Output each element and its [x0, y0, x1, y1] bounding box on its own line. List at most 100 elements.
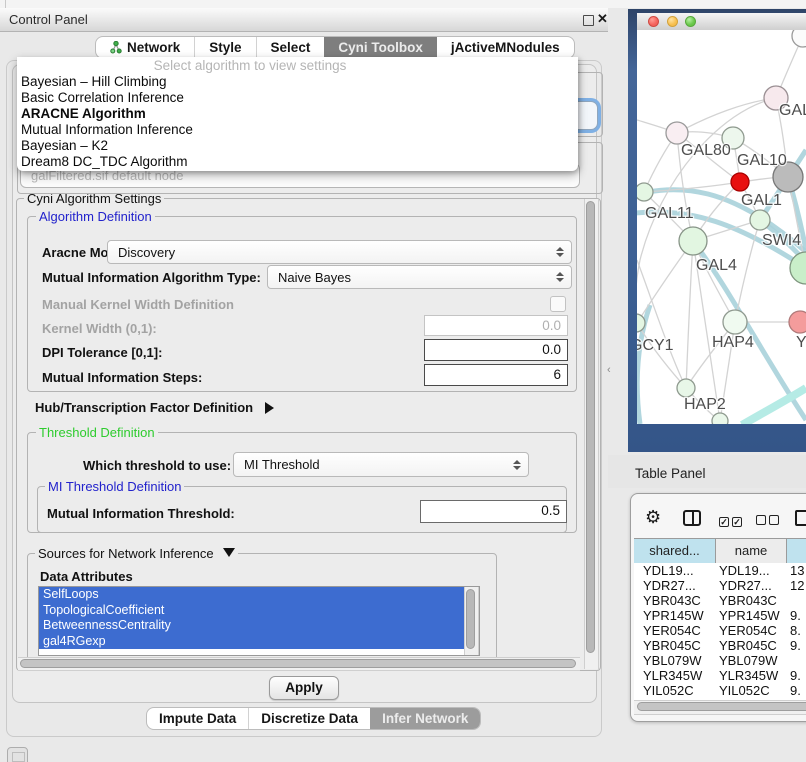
mi-steps-field[interactable]: 6: [424, 364, 568, 386]
table-row[interactable]: YPR145WYPR145W9.: [634, 608, 806, 623]
data-attributes-list[interactable]: SelfLoopsTopologicalCoefficientBetweenne…: [38, 586, 480, 656]
table-row[interactable]: YLR345WYLR345W9.: [634, 668, 806, 683]
data-attribute-item[interactable]: SelfLoops: [39, 587, 479, 603]
network-node[interactable]: [666, 122, 688, 144]
table-row[interactable]: YBR043CYBR043C: [634, 593, 806, 608]
algorithm-option[interactable]: ARACNE Algorithm: [17, 106, 578, 122]
table-settings-gear-icon[interactable]: ⚙: [645, 508, 661, 526]
close-panel-icon[interactable]: ✕: [597, 11, 608, 27]
cell-shared-name: YDL19...: [634, 563, 716, 578]
tab-impute-data[interactable]: Impute Data: [147, 708, 248, 729]
minimize-window-icon[interactable]: [667, 16, 678, 27]
algorithm-option[interactable]: Mutual Information Inference: [17, 122, 578, 138]
splitter-caret-icon[interactable]: ‹: [607, 364, 611, 376]
column-header-name[interactable]: name: [716, 539, 787, 564]
table-row[interactable]: YBL079WYBL079W: [634, 653, 806, 668]
network-node[interactable]: [679, 227, 707, 255]
network-node[interactable]: [637, 183, 653, 201]
cell-shared-name: YBR045C: [634, 638, 716, 653]
tab-label: Style: [209, 40, 241, 55]
network-window-titlebar[interactable]: [637, 13, 806, 31]
mi-threshold-field[interactable]: 0.5: [420, 500, 567, 523]
network-node[interactable]: [789, 311, 806, 333]
node-label[interactable]: HAP4: [712, 334, 754, 351]
mi-threshold-definition-title: MI Threshold Definition: [45, 479, 184, 494]
tab-label: jActiveMNodules: [451, 40, 560, 55]
node-label[interactable]: Y: [796, 334, 806, 351]
table-row[interactable]: YDL19...YDL19...13: [634, 563, 806, 578]
node-label[interactable]: GAL11: [645, 205, 694, 222]
node-label[interactable]: GAL4: [696, 257, 737, 274]
table-row[interactable]: YER054CYER054C8.: [634, 623, 806, 638]
mi-type-label: Mutual Information Algorithm Type:: [42, 270, 261, 285]
select-all-checkboxes-icon[interactable]: ✓✓: [719, 513, 742, 528]
node-label[interactable]: GCY1: [637, 337, 674, 354]
tab-discretize-data[interactable]: Discretize Data: [248, 708, 370, 729]
cell-value: 8.: [787, 623, 801, 638]
deselect-all-checkboxes-icon[interactable]: [756, 513, 779, 528]
dpi-tolerance-field[interactable]: 0.0: [424, 339, 568, 361]
aracne-mode-value: Discovery: [118, 245, 175, 260]
apply-button[interactable]: Apply: [269, 676, 339, 700]
table-row[interactable]: YDR27...YDR27...12: [634, 578, 806, 593]
cell-value: 12: [787, 578, 804, 593]
aracne-mode-combo[interactable]: Discovery: [107, 240, 572, 264]
algorithm-option[interactable]: Basic Correlation Inference: [17, 90, 578, 106]
mi-type-combo[interactable]: Naive Bayes: [267, 265, 572, 289]
table-panel-titlebar: Table Panel: [608, 455, 806, 488]
mi-threshold-label: Mutual Information Threshold:: [47, 506, 235, 521]
table-row[interactable]: YIL052CYIL052C9.: [634, 683, 806, 698]
node-label[interactable]: GAL10: [737, 152, 787, 169]
network-node[interactable]: [677, 379, 695, 397]
column-layout-icon[interactable]: [683, 510, 701, 526]
cell-shared-name: YIL052C: [634, 683, 716, 698]
data-attribute-item[interactable]: BetweennessCentrality: [39, 618, 479, 634]
data-attribute-item[interactable]: gal4RGexp: [39, 634, 479, 650]
hub-definition-toggle[interactable]: Hub/Transcription Factor Definition: [35, 400, 274, 415]
close-window-icon[interactable]: [648, 16, 659, 27]
data-attribute-item[interactable]: TopologicalCoefficient: [39, 603, 479, 619]
network-canvas[interactable]: GAL GAL80 GAL10 GAL1 GAL11 SWI4 GAL4 GCY1 HAP4 Y H…: [637, 30, 806, 424]
which-threshold-combo[interactable]: MI Threshold: [233, 452, 529, 477]
node-label[interactable]: GAL1: [741, 192, 782, 209]
sources-title[interactable]: Sources for Network Inference: [35, 546, 238, 561]
manual-kernel-checkbox[interactable]: [550, 296, 566, 312]
table-horizontal-scrollbar[interactable]: [634, 700, 806, 715]
table-panel-title: Table Panel: [635, 466, 706, 481]
tab-infer-network[interactable]: Infer Network: [370, 708, 480, 729]
algorithm-option[interactable]: Bayesian – Hill Climbing: [17, 74, 578, 90]
node-label[interactable]: GAL80: [681, 142, 731, 159]
algorithm-option[interactable]: Dream8 DC_TDC Algorithm: [17, 154, 578, 170]
network-node[interactable]: [723, 310, 747, 334]
table-row[interactable]: YBR045CYBR045C9.: [634, 638, 806, 653]
cell-name: YBL079W: [716, 653, 787, 668]
node-label[interactable]: SWI4: [762, 232, 801, 249]
node-label[interactable]: HAP2: [684, 396, 726, 413]
tab-select[interactable]: Select: [256, 37, 325, 58]
zoom-window-icon[interactable]: [685, 16, 696, 27]
export-table-icon[interactable]: [795, 510, 806, 526]
top-strip: [0, 0, 806, 8]
attr-list-scrollbar[interactable]: [464, 587, 479, 655]
node-label[interactable]: GAL: [779, 102, 806, 119]
control-panel-titlebar: Control Panel ✕: [0, 8, 608, 32]
network-node[interactable]: [750, 210, 770, 230]
tab-network[interactable]: Network: [96, 37, 194, 58]
settings-horizontal-scrollbar[interactable]: [18, 657, 580, 671]
algorithm-option[interactable]: Bayesian – K2: [17, 138, 578, 154]
tab-jactivemnodules[interactable]: jActiveMNodules: [437, 37, 574, 58]
cell-shared-name: YLR345W: [634, 668, 716, 683]
show-panel-icon[interactable]: [7, 747, 28, 762]
cell-value: 9.: [787, 683, 801, 698]
column-header-shared[interactable]: shared...: [634, 539, 716, 564]
network-node[interactable]: [712, 413, 728, 424]
tab-style[interactable]: Style: [194, 37, 255, 58]
network-view-window[interactable]: GAL GAL80 GAL10 GAL1 GAL11 SWI4 GAL4 GCY1 HAP4 Y H…: [628, 9, 806, 452]
dpi-tolerance-label: DPI Tolerance [0,1]:: [42, 345, 162, 360]
network-node[interactable]: [731, 173, 749, 191]
column-header-a[interactable]: A: [787, 539, 806, 564]
kernel-width-field[interactable]: 0.0: [424, 315, 568, 336]
tab-cyni-toolbox[interactable]: Cyni Toolbox: [324, 37, 437, 58]
settings-vertical-scrollbar[interactable]: [584, 199, 599, 669]
float-panel-icon[interactable]: [583, 15, 594, 26]
